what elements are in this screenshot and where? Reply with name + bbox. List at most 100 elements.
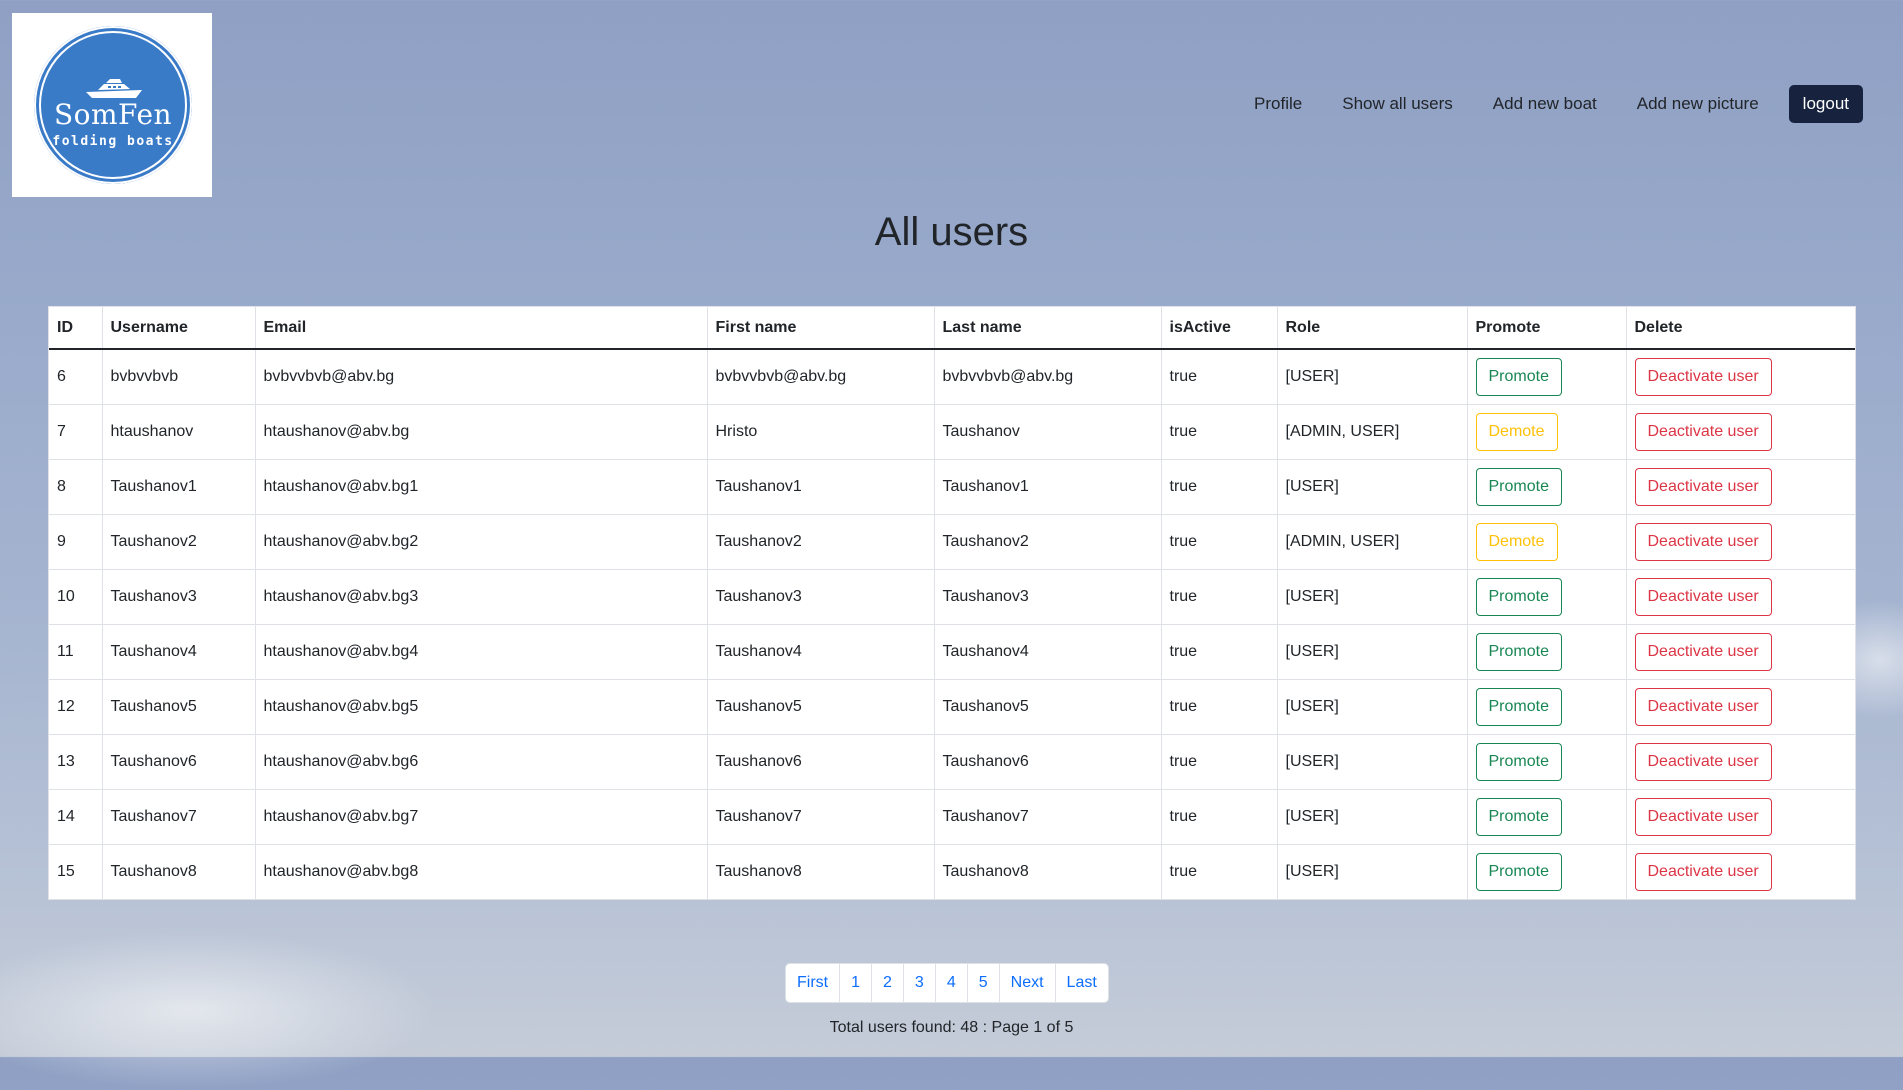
table-row: 13 Taushanov6 htaushanov@abv.bg6 Taushan… — [49, 734, 1855, 790]
cell-promote: Promote — [1466, 679, 1626, 735]
promote-button[interactable]: Promote — [1475, 743, 1562, 781]
pagination: First 1 2 3 4 5 Next Last — [785, 963, 1109, 1003]
cell-delete: Deactivate user — [1625, 569, 1855, 625]
header-id: ID — [49, 307, 102, 350]
cell-username: Taushanov1 — [101, 459, 255, 515]
demote-button[interactable]: Demote — [1475, 413, 1558, 451]
cell-promote: Promote — [1466, 348, 1626, 405]
cell-first-name: Hristo — [706, 404, 934, 460]
cell-role: [USER] — [1276, 789, 1467, 845]
cell-last-name: Taushanov6 — [933, 734, 1161, 790]
table-row: 7 htaushanov htaushanov@abv.bg Hristo Ta… — [49, 404, 1855, 460]
cell-delete: Deactivate user — [1625, 514, 1855, 570]
deactivate-user-button[interactable]: Deactivate user — [1634, 743, 1772, 781]
nav-profile-link[interactable]: Profile — [1254, 85, 1302, 123]
boat-icon — [86, 79, 142, 98]
pagination-page-1[interactable]: 1 — [839, 964, 871, 1002]
cell-is-active: true — [1160, 569, 1277, 625]
demote-button[interactable]: Demote — [1475, 523, 1558, 561]
cell-is-active: true — [1160, 734, 1277, 790]
cell-last-name: Taushanov2 — [933, 514, 1161, 570]
promote-button[interactable]: Promote — [1475, 688, 1562, 726]
cell-last-name: Taushanov5 — [933, 679, 1161, 735]
cell-first-name: Taushanov1 — [706, 459, 934, 515]
promote-button[interactable]: Promote — [1475, 468, 1562, 506]
cell-delete: Deactivate user — [1625, 734, 1855, 790]
cell-role: [USER] — [1276, 679, 1467, 735]
pagination-page-3[interactable]: 3 — [902, 964, 935, 1002]
cell-first-name: Taushanov4 — [706, 624, 934, 680]
deactivate-user-button[interactable]: Deactivate user — [1634, 523, 1772, 561]
nav-show-all-users-link[interactable]: Show all users — [1342, 85, 1453, 123]
cell-delete: Deactivate user — [1625, 459, 1855, 515]
cell-first-name: Taushanov2 — [706, 514, 934, 570]
header-username: Username — [101, 307, 255, 350]
table-row: 6 bvbvvbvb bvbvvbvb@abv.bg bvbvvbvb@abv.… — [49, 348, 1855, 405]
cell-id: 15 — [49, 844, 102, 899]
deactivate-user-button[interactable]: Deactivate user — [1634, 853, 1772, 891]
cell-promote: Promote — [1466, 789, 1626, 845]
deactivate-user-button[interactable]: Deactivate user — [1634, 578, 1772, 616]
cell-username: Taushanov3 — [101, 569, 255, 625]
promote-button[interactable]: Promote — [1475, 853, 1562, 891]
table-row: 15 Taushanov8 htaushanov@abv.bg8 Taushan… — [49, 844, 1855, 899]
cell-promote: Promote — [1466, 624, 1626, 680]
cell-is-active: true — [1160, 679, 1277, 735]
promote-button[interactable]: Promote — [1475, 358, 1562, 396]
promote-button[interactable]: Promote — [1475, 578, 1562, 616]
cell-last-name: Taushanov8 — [933, 844, 1161, 899]
cell-is-active: true — [1160, 348, 1277, 405]
cell-email: htaushanov@abv.bg8 — [254, 844, 707, 899]
cell-id: 13 — [49, 734, 102, 790]
site-logo[interactable]: SomFen folding boats — [12, 13, 212, 197]
cell-delete: Deactivate user — [1625, 789, 1855, 845]
promote-button[interactable]: Promote — [1475, 798, 1562, 836]
deactivate-user-button[interactable]: Deactivate user — [1634, 633, 1772, 671]
pagination-next-link[interactable]: Next — [998, 964, 1055, 1002]
header-is-active: isActive — [1160, 307, 1277, 350]
cell-id: 12 — [49, 679, 102, 735]
cell-is-active: true — [1160, 514, 1277, 570]
cell-first-name: Taushanov7 — [706, 789, 934, 845]
deactivate-user-button[interactable]: Deactivate user — [1634, 798, 1772, 836]
nav-add-new-boat-link[interactable]: Add new boat — [1493, 85, 1597, 123]
table-row: 14 Taushanov7 htaushanov@abv.bg7 Taushan… — [49, 789, 1855, 845]
cell-username: Taushanov6 — [101, 734, 255, 790]
cell-id: 7 — [49, 404, 102, 460]
page-title: All users — [874, 210, 1029, 254]
header-delete: Delete — [1625, 307, 1855, 350]
main-nav: Profile Show all users Add new boat Add … — [1214, 85, 1863, 123]
cell-role: [ADMIN, USER] — [1276, 514, 1467, 570]
logout-button[interactable]: logout — [1788, 85, 1863, 123]
deactivate-user-button[interactable]: Deactivate user — [1634, 413, 1772, 451]
deactivate-user-button[interactable]: Deactivate user — [1634, 688, 1772, 726]
users-table-container: ID Username Email First name Last name i… — [48, 306, 1856, 900]
nav-add-new-picture-link[interactable]: Add new picture — [1637, 85, 1759, 123]
cell-username: Taushanov7 — [101, 789, 255, 845]
cell-last-name: Taushanov7 — [933, 789, 1161, 845]
pagination-last-link[interactable]: Last — [1054, 964, 1108, 1002]
pagination-first-link[interactable]: First — [786, 964, 839, 1002]
cell-last-name: Taushanov3 — [933, 569, 1161, 625]
pagination-page-2[interactable]: 2 — [871, 964, 903, 1002]
cell-last-name: bvbvvbvb@abv.bg — [933, 348, 1161, 405]
cell-is-active: true — [1160, 404, 1277, 460]
table-row: 11 Taushanov4 htaushanov@abv.bg4 Taushan… — [49, 624, 1855, 680]
pagination-page-5[interactable]: 5 — [966, 964, 999, 1002]
logo-emblem: SomFen folding boats — [34, 26, 192, 184]
cell-email: htaushanov@abv.bg3 — [254, 569, 707, 625]
cell-username: bvbvvbvb — [101, 348, 255, 405]
promote-button[interactable]: Promote — [1475, 633, 1562, 671]
deactivate-user-button[interactable]: Deactivate user — [1634, 468, 1772, 506]
cell-role: [USER] — [1276, 348, 1467, 405]
cell-last-name: Taushanov — [933, 404, 1161, 460]
cell-delete: Deactivate user — [1625, 348, 1855, 405]
cell-id: 6 — [49, 348, 102, 405]
header-email: Email — [254, 307, 707, 350]
pagination-page-4[interactable]: 4 — [934, 964, 967, 1002]
background-cloud — [0, 930, 440, 1090]
users-table: ID Username Email First name Last name i… — [49, 307, 1855, 899]
total-users-summary: Total users found: 48 : Page 1 of 5 — [829, 1019, 1074, 1036]
deactivate-user-button[interactable]: Deactivate user — [1634, 358, 1772, 396]
cell-email: htaushanov@abv.bg5 — [254, 679, 707, 735]
